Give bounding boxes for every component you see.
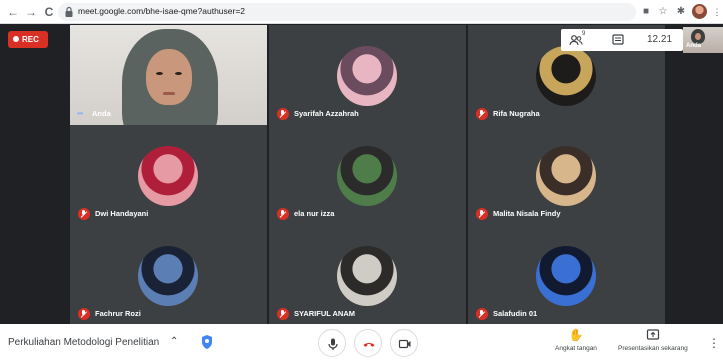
meeting-bottom-bar: Perkuliahan Metodologi Penelitian ⌃ ✋ An… (0, 324, 723, 361)
hangup-icon (363, 343, 375, 347)
back-icon[interactable]: ← (6, 5, 20, 19)
participant-tile[interactable]: Malita Nisala Findy (468, 125, 665, 225)
participant-avatar (337, 46, 397, 106)
self-thumbnail-figure (691, 29, 705, 44)
participant-avatar (138, 146, 198, 206)
mic-off-icon (476, 208, 488, 220)
bookmark-star-icon[interactable]: ☆ (657, 6, 669, 18)
camera-button[interactable] (390, 329, 418, 357)
participant-tile[interactable]: ••• Anda (70, 25, 267, 125)
participant-name: Malita Nisala Findy (493, 209, 561, 218)
self-thumbnail-label: Anda (686, 43, 701, 49)
participant-name: Dwi Handayani (95, 209, 149, 218)
browser-toolbar: ← → C meet.google.com/bhe-isae-qme?authu… (0, 0, 723, 24)
participant-avatar (337, 146, 397, 206)
camera-icon (398, 339, 411, 349)
mic-off-icon (78, 208, 90, 220)
record-dot-icon (13, 36, 19, 42)
participant-name: Rifa Nugraha (493, 109, 540, 118)
audio-level-icon: ••• (77, 109, 83, 118)
present-now-button[interactable]: Presentasikan sekarang (618, 328, 688, 352)
participant-count: 9 (582, 31, 586, 37)
hangup-button[interactable] (354, 329, 382, 357)
forward-icon[interactable]: → (24, 5, 38, 19)
self-view-thumbnail[interactable]: Anda (683, 27, 723, 53)
participant-avatar (536, 246, 596, 306)
mic-off-icon (277, 308, 289, 320)
recording-badge: REC (8, 31, 48, 48)
participant-name: Syarifah Azzahrah (294, 109, 359, 118)
participant-tile[interactable]: ela nur izza (269, 125, 466, 225)
mic-off-icon (476, 108, 488, 120)
meeting-top-bar: 9 12.21 (561, 29, 683, 51)
mic-off-icon (277, 208, 289, 220)
participant-grid: ••• Anda Syarifah Azzahrah Rifa Nugraha Dwi … (70, 25, 665, 325)
browser-menu-icon[interactable]: ⋮ (711, 6, 723, 18)
mic-off-icon (476, 308, 488, 320)
participant-name: Fachrur Rozi (95, 309, 141, 318)
meeting-title[interactable]: Perkuliahan Metodologi Penelitian (8, 337, 159, 348)
video-figure-eye (175, 72, 182, 75)
people-icon[interactable] (569, 33, 583, 47)
camera-indicator-icon[interactable]: ■ (640, 6, 652, 18)
video-figure-face (146, 49, 192, 105)
participant-tile[interactable]: Dwi Handayani (70, 125, 267, 225)
meeting-stage: REC ••• Anda Syarifah Azzahrah Rifa Nugraha… (0, 25, 723, 325)
participant-name: ela nur izza (294, 209, 335, 218)
more-options-icon[interactable]: ⋮ (708, 336, 720, 350)
lock-icon (65, 6, 73, 17)
meeting-clock: 12.21 (647, 34, 673, 45)
mic-off-icon (277, 108, 289, 120)
profile-avatar[interactable] (692, 4, 707, 19)
extensions-icon[interactable]: ✱ (675, 6, 687, 18)
present-icon (646, 329, 659, 340)
shield-icon[interactable] (200, 334, 214, 350)
mic-icon (328, 338, 338, 350)
video-figure-mouth (163, 92, 175, 95)
address-bar[interactable]: meet.google.com/bhe-isae-qme?authuser=2 (58, 3, 636, 21)
participant-avatar (536, 46, 596, 106)
reload-icon[interactable]: C (42, 5, 56, 19)
url-text: meet.google.com/bhe-isae-qme?authuser=2 (78, 6, 246, 16)
participant-tile[interactable]: Fachrur Rozi (70, 225, 267, 325)
participant-tile[interactable]: SYARIFUL ANAM (269, 225, 466, 325)
raise-hand-button[interactable]: ✋ Angkat tangan (555, 328, 597, 352)
chevron-up-icon[interactable]: ⌃ (170, 336, 178, 347)
mic-button[interactable] (318, 329, 346, 357)
participant-name: SYARIFUL ANAM (294, 309, 355, 318)
mic-off-icon (78, 308, 90, 320)
raise-hand-icon: ✋ (568, 328, 584, 342)
participant-name: Salafudin 01 (493, 309, 538, 318)
participant-name: Anda (92, 109, 111, 118)
participant-avatar (337, 246, 397, 306)
chat-icon[interactable] (611, 33, 625, 47)
video-figure-eye (156, 72, 163, 75)
participant-tile[interactable]: Salafudin 01 (468, 225, 665, 325)
participant-avatar (536, 146, 596, 206)
participant-tile[interactable]: Syarifah Azzahrah (269, 25, 466, 125)
participant-avatar (138, 246, 198, 306)
